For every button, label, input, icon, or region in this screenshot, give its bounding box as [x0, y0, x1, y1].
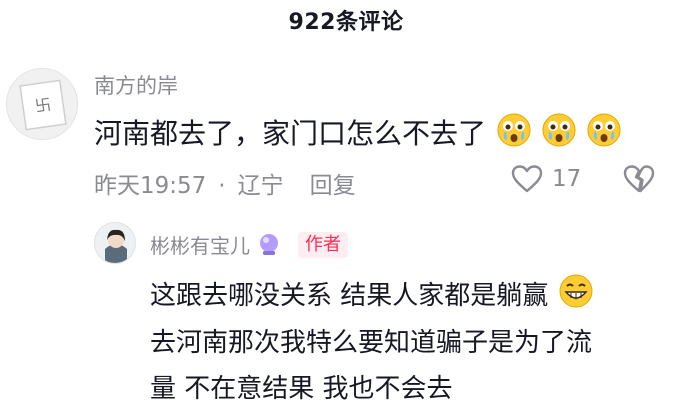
- comment-text-body: 河南都去了，家门口怎么不去了: [94, 117, 487, 150]
- comment-time: 昨天19:57: [94, 173, 207, 199]
- comment-meta: 昨天19:57 · 辽宁 回复: [94, 166, 356, 200]
- grinning-face-emoji-icon: [559, 274, 593, 308]
- heart-icon: [511, 165, 543, 193]
- reply-text-line-1: 这跟去哪没关系 结果人家都是躺赢: [150, 274, 593, 312]
- reply-text-line-1-body: 这跟去哪没关系 结果人家都是躺赢: [150, 281, 549, 311]
- reply-text-line-3: 量 不在意结果 我也不会去: [150, 374, 453, 404]
- comments-count-title: 922条评论: [288, 10, 404, 35]
- crying-face-emoji-icon: [497, 113, 531, 147]
- reply-avatar-image: [95, 223, 135, 263]
- reply-button[interactable]: 回复: [310, 173, 356, 199]
- like-button[interactable]: 17: [510, 164, 581, 194]
- broken-heart-icon: [623, 165, 655, 193]
- svg-text:卐: 卐: [34, 95, 53, 116]
- dislike-button[interactable]: [622, 164, 656, 198]
- author-badge: 作者: [298, 231, 348, 258]
- reply-text-line-2: 去河南那次我特么要知道骗子是为了流: [150, 328, 593, 358]
- reply-username[interactable]: 彬彬有宝儿: [150, 230, 250, 259]
- crying-face-emoji-icon: [542, 113, 576, 147]
- reply-username-row: 彬彬有宝儿 作者: [150, 230, 348, 259]
- like-count: 17: [552, 166, 582, 192]
- avatar-image: 卐: [7, 69, 77, 139]
- avatar[interactable]: 卐: [6, 68, 78, 140]
- comment-username[interactable]: 南方的岸: [94, 70, 178, 100]
- comment-text: 河南都去了，家门口怎么不去了: [94, 112, 621, 152]
- comment-location: 辽宁: [237, 173, 284, 199]
- reply-avatar[interactable]: [94, 222, 136, 264]
- meta-separator: ·: [218, 173, 226, 199]
- crying-face-emoji-icon: [587, 113, 621, 147]
- bottom-cutoff: [0, 410, 692, 420]
- crystal-ball-icon: [260, 233, 278, 255]
